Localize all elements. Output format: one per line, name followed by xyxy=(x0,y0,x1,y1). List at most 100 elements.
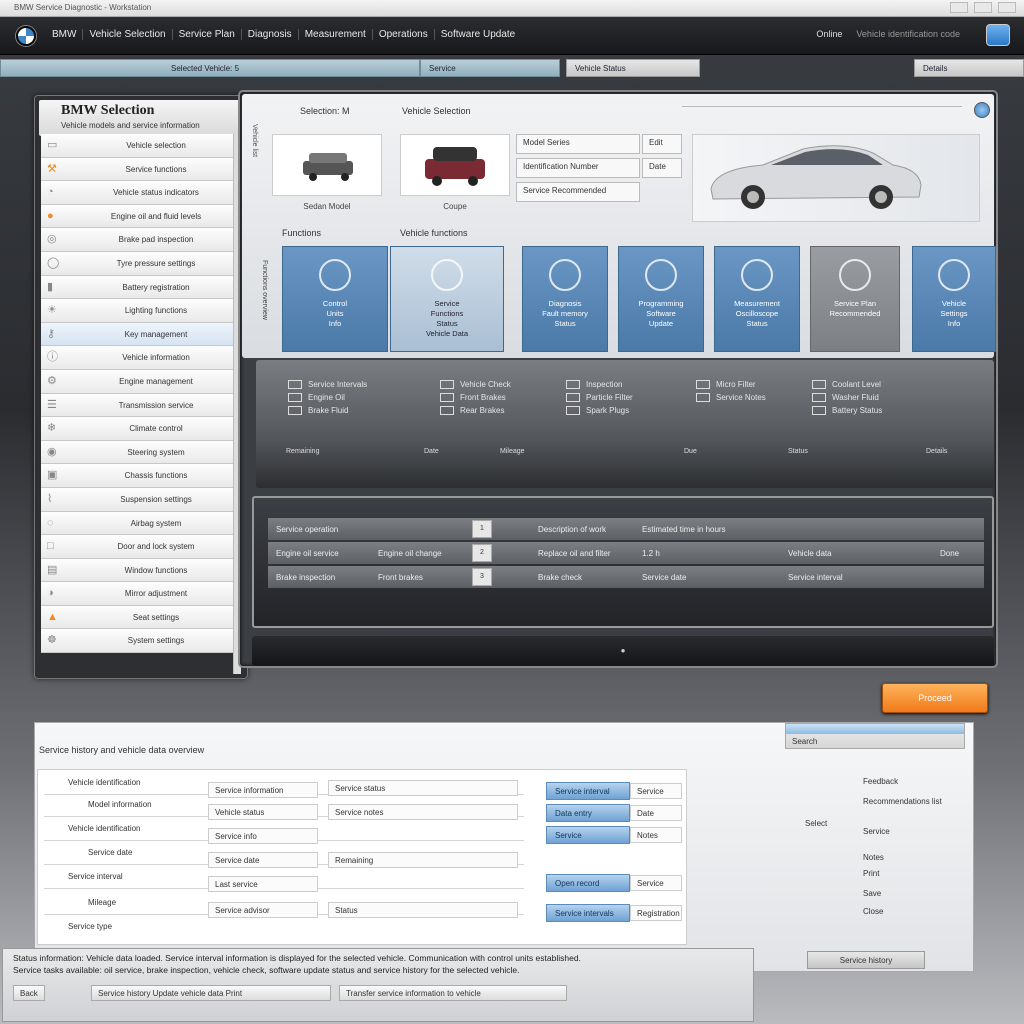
sidebar-item[interactable]: ⌇ Suspension settings xyxy=(41,487,243,512)
sidebar-item[interactable]: ● Engine oil and fluid levels xyxy=(41,204,243,229)
sidebar-item[interactable]: ⓘ Vehicle information xyxy=(41,346,243,370)
service-info-line[interactable]: Coolant Level xyxy=(812,378,882,391)
sidebar-item[interactable]: ▮ Battery registration xyxy=(41,275,243,300)
form-right-item[interactable]: Recommendations list xyxy=(863,797,942,806)
sidebar-item[interactable]: ◑ Mirror adjustment xyxy=(41,582,243,606)
sidebar-item[interactable]: ▲ Seat settings xyxy=(41,605,243,630)
form-value-field[interactable]: Service xyxy=(630,783,682,799)
minimize-button[interactable] xyxy=(950,2,968,13)
service-info-line[interactable]: Washer Fluid xyxy=(812,391,882,404)
service-info-line[interactable]: Particle Filter xyxy=(566,391,633,404)
form-input[interactable]: Service status xyxy=(328,780,518,796)
service-info-line[interactable]: Micro Filter xyxy=(696,378,766,391)
form-right-item[interactable]: Save xyxy=(863,889,881,898)
form-input[interactable]: Service information xyxy=(208,782,318,798)
breadcrumb-vehicle-selection[interactable]: Vehicle Selection xyxy=(402,106,471,116)
row-action-button[interactable]: 3 xyxy=(472,568,492,586)
form-input[interactable]: Service info xyxy=(208,828,318,844)
sidebar-item[interactable]: ☀ Lighting functions xyxy=(41,299,243,323)
function-tile[interactable]: Service Plan Recommended xyxy=(810,246,900,352)
date-tag[interactable]: Date xyxy=(642,158,682,178)
vehicle-thumb-sedan[interactable]: Sedan Model xyxy=(272,134,382,211)
page-indicator-icon[interactable]: ● xyxy=(621,646,626,655)
form-action-button[interactable]: Service intervals xyxy=(546,904,630,922)
model-series-field[interactable]: Model Series xyxy=(516,134,640,154)
service-history-button[interactable]: Service history xyxy=(807,951,925,969)
function-tile[interactable]: Programming Software Update xyxy=(618,246,704,352)
sidebar-item[interactable]: ⚒ Service functions xyxy=(41,157,243,182)
form-search-box[interactable]: Search xyxy=(785,723,965,749)
close-button[interactable] xyxy=(998,2,1016,13)
function-tile[interactable]: Measurement Oscilloscope Status xyxy=(714,246,800,352)
sidebar-item[interactable]: ◔ Vehicle status indicators xyxy=(41,181,243,205)
form-input[interactable]: Service advisor xyxy=(208,902,318,918)
function-tile[interactable]: Service Functions Status Vehicle Data xyxy=(390,246,504,352)
row-action-button[interactable]: 1 xyxy=(472,520,492,538)
form-action-button[interactable]: Service xyxy=(546,826,630,844)
service-info-line[interactable]: Battery Status xyxy=(812,404,882,417)
sidebar-item[interactable]: ☰ Transmission service xyxy=(41,393,243,418)
breadcrumb-selection[interactable]: Selection: M xyxy=(300,106,350,116)
form-value-field[interactable]: Service xyxy=(630,875,682,891)
form-input[interactable]: Service notes xyxy=(328,804,518,820)
row-action-button[interactable]: 2 xyxy=(472,544,492,562)
form-input[interactable]: Last service xyxy=(208,876,318,892)
service-info-line[interactable]: Service Notes xyxy=(696,391,766,404)
maximize-button[interactable] xyxy=(974,2,992,13)
menu-item-bmw[interactable]: BMW xyxy=(46,29,84,40)
form-input[interactable]: Remaining xyxy=(328,852,518,868)
help-icon[interactable] xyxy=(974,102,990,118)
function-tile[interactable]: Control Units Info xyxy=(282,246,388,352)
history-update-print-button[interactable]: Service history Update vehicle data Prin… xyxy=(91,985,331,1001)
service-info-line[interactable]: Vehicle Check xyxy=(440,378,511,391)
form-input[interactable]: Service date xyxy=(208,852,318,868)
service-info-line[interactable]: Spark Plugs xyxy=(566,404,633,417)
identification-number-field[interactable]: Identification Number xyxy=(516,158,640,178)
form-right-item[interactable]: Notes xyxy=(863,853,884,862)
sidebar-item[interactable]: ☸ System settings xyxy=(41,629,243,654)
sidebar-item[interactable]: ▭ Vehicle selection xyxy=(41,134,243,158)
form-value-field[interactable]: Registration xyxy=(630,905,682,921)
menu-item-measurement[interactable]: Measurement xyxy=(299,29,373,40)
sidebar-item[interactable]: ▤ Window functions xyxy=(41,558,243,583)
service-info-line[interactable]: Engine Oil xyxy=(288,391,367,404)
sidebar-item[interactable]: ◯ Tyre pressure settings xyxy=(41,251,243,276)
form-value-field[interactable]: Notes xyxy=(630,827,682,843)
form-value-field[interactable]: Date xyxy=(630,805,682,821)
service-info-line[interactable]: Front Brakes xyxy=(440,391,511,404)
tab-service[interactable]: Service xyxy=(420,59,560,77)
form-input[interactable]: Status xyxy=(328,902,518,918)
form-right-item[interactable]: Service xyxy=(863,827,890,836)
sidebar-item[interactable]: ⚷ Key management xyxy=(41,322,243,347)
form-action-button[interactable]: Service interval xyxy=(546,782,630,800)
sidebar-item[interactable]: ◎ Brake pad inspection xyxy=(41,228,243,252)
service-info-line[interactable]: Service Intervals xyxy=(288,378,367,391)
table-row[interactable]: Service operation Description of work Esti… xyxy=(268,518,984,540)
sidebar-item[interactable]: ◌ Airbag system xyxy=(41,511,243,536)
user-profile-icon[interactable] xyxy=(986,24,1010,46)
service-info-line[interactable]: Brake Fluid xyxy=(288,404,367,417)
form-action-button[interactable]: Data entry xyxy=(546,804,630,822)
sidebar-item[interactable]: ▣ Chassis functions xyxy=(41,464,243,488)
sidebar-item[interactable]: ❄ Climate control xyxy=(41,417,243,441)
tab-selected-vehicle[interactable]: Selected Vehicle: 5 xyxy=(0,59,420,77)
function-tile[interactable]: Diagnosis Fault memory Status xyxy=(522,246,608,352)
table-row[interactable]: Brake inspection Front brakes Brake check S… xyxy=(268,566,984,588)
menu-item-service-plan[interactable]: Service Plan xyxy=(173,29,242,40)
menu-item-software-update[interactable]: Software Update xyxy=(435,29,522,40)
sidebar-item[interactable]: □ Door and lock system xyxy=(41,535,243,559)
function-tile[interactable]: Vehicle Settings Info xyxy=(912,246,996,352)
table-row[interactable]: Engine oil service Engine oil change Repla… xyxy=(268,542,984,564)
service-info-line[interactable]: Inspection xyxy=(566,378,633,391)
sidebar-item[interactable]: ⚙ Engine management xyxy=(41,369,243,394)
form-input[interactable]: Vehicle status xyxy=(208,804,318,820)
form-action-button[interactable]: Open record xyxy=(546,874,630,892)
tab-vehicle-status[interactable]: Vehicle Status xyxy=(566,59,700,77)
edit-tag[interactable]: Edit xyxy=(642,134,682,154)
vehicle-thumb-coupe[interactable]: Coupe xyxy=(400,134,510,211)
form-right-item[interactable]: Close xyxy=(863,907,883,916)
service-recommended-field[interactable]: Service Recommended xyxy=(516,182,640,202)
back-button[interactable]: Back xyxy=(13,985,45,1001)
form-right-item[interactable]: Print xyxy=(863,869,879,878)
tab-details[interactable]: Details xyxy=(914,59,1024,77)
